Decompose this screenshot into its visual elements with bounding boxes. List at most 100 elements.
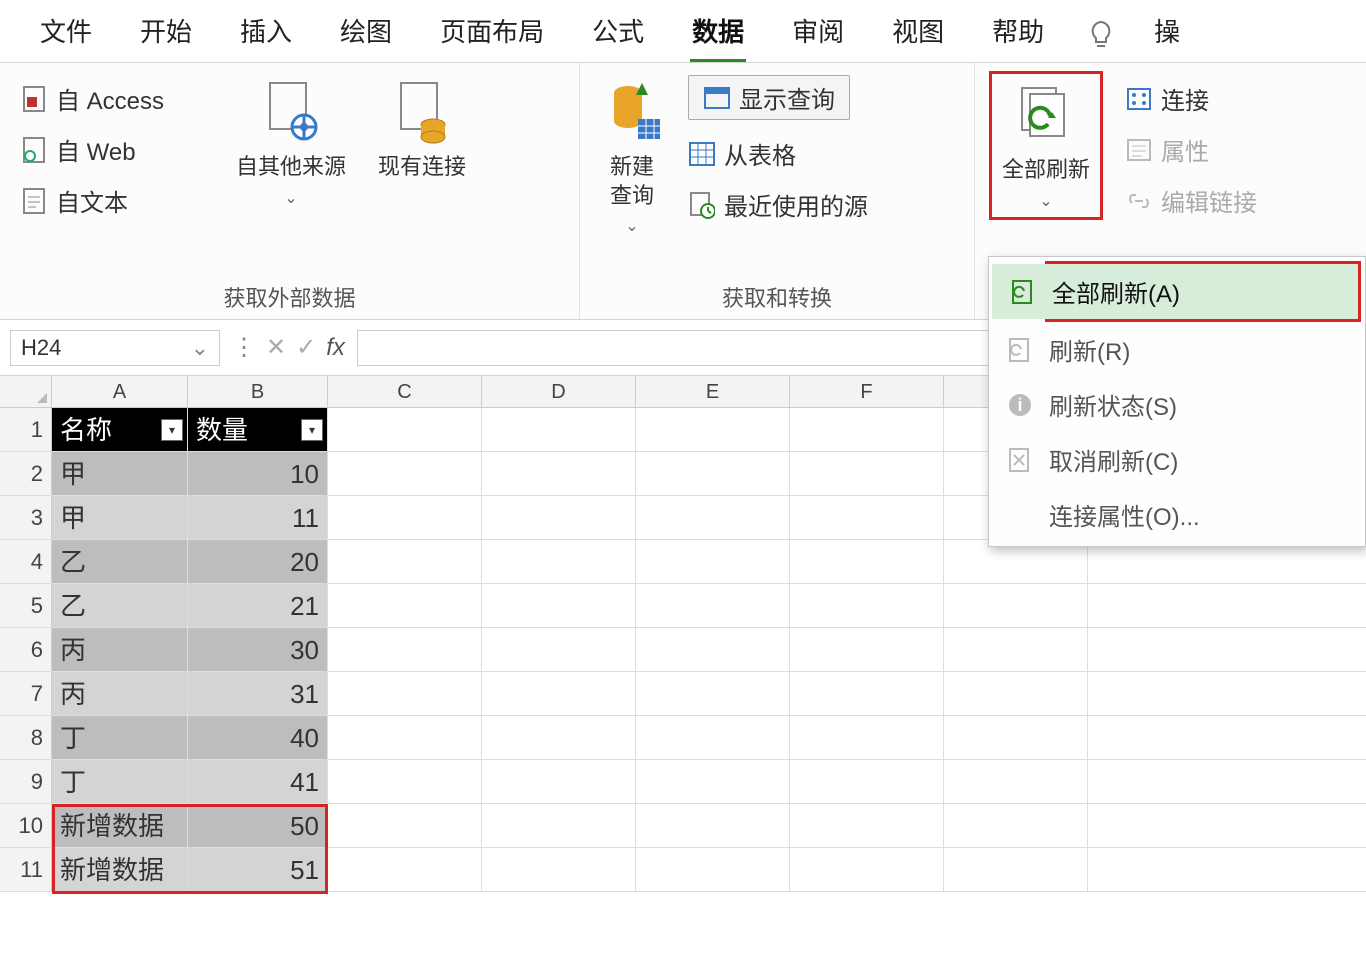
select-all-corner[interactable] [0, 376, 52, 407]
cell[interactable] [790, 540, 944, 583]
cell[interactable] [636, 584, 790, 627]
row-head[interactable]: 9 [0, 760, 52, 803]
dropdown-connection-properties[interactable]: 连接属性(O)... [989, 487, 1365, 542]
cell[interactable]: 甲 [52, 452, 188, 495]
cell[interactable] [482, 408, 636, 451]
cell[interactable] [328, 452, 482, 495]
cell[interactable]: 40 [188, 716, 328, 759]
row-head[interactable]: 4 [0, 540, 52, 583]
dropdown-refresh-all[interactable]: 全部刷新(A) [992, 264, 1358, 319]
connections-button[interactable]: 连接 [1119, 79, 1263, 118]
cell[interactable] [328, 584, 482, 627]
cell[interactable]: 31 [188, 672, 328, 715]
col-head-C[interactable]: C [328, 376, 482, 407]
cell[interactable]: 10 [188, 452, 328, 495]
cell[interactable] [636, 452, 790, 495]
cell[interactable] [482, 672, 636, 715]
tab-home[interactable]: 开始 [130, 6, 202, 63]
cell[interactable]: 新增数据 [52, 804, 188, 847]
cell[interactable] [790, 496, 944, 539]
cell[interactable] [790, 584, 944, 627]
cell[interactable]: 11 [188, 496, 328, 539]
cell[interactable] [482, 496, 636, 539]
cell[interactable]: 51 [188, 848, 328, 891]
confirm-icon[interactable]: ✓ [296, 333, 316, 362]
cell[interactable] [636, 540, 790, 583]
cell[interactable] [790, 848, 944, 891]
cell[interactable] [636, 716, 790, 759]
filter-dropdown-icon[interactable]: ▾ [301, 419, 323, 441]
cell[interactable] [328, 496, 482, 539]
cell[interactable] [482, 540, 636, 583]
filter-dropdown-icon[interactable]: ▾ [161, 419, 183, 441]
recent-sources-button[interactable]: 最近使用的源 [682, 185, 874, 224]
show-query-button[interactable]: 显示查询 [682, 73, 874, 122]
cell[interactable] [328, 716, 482, 759]
row-head[interactable]: 6 [0, 628, 52, 671]
expand-icon[interactable]: ⋮ [232, 333, 256, 362]
cell[interactable] [328, 672, 482, 715]
cell[interactable] [790, 760, 944, 803]
cell[interactable] [944, 672, 1088, 715]
row-head[interactable]: 5 [0, 584, 52, 627]
cell[interactable] [636, 804, 790, 847]
cell[interactable] [790, 716, 944, 759]
cell[interactable]: 21 [188, 584, 328, 627]
cell[interactable] [636, 760, 790, 803]
cell[interactable] [790, 672, 944, 715]
cell[interactable] [790, 452, 944, 495]
cell[interactable] [482, 628, 636, 671]
bulb-icon[interactable] [1086, 18, 1116, 52]
row-head[interactable]: 10 [0, 804, 52, 847]
tab-layout[interactable]: 页面布局 [430, 6, 554, 63]
cancel-icon[interactable]: ✕ [266, 333, 286, 362]
from-text-button[interactable]: 自文本 [14, 181, 214, 220]
cell[interactable]: 20 [188, 540, 328, 583]
cell[interactable] [944, 760, 1088, 803]
tab-view[interactable]: 视图 [882, 6, 954, 63]
col-head-D[interactable]: D [482, 376, 636, 407]
row-head[interactable]: 11 [0, 848, 52, 891]
cell[interactable]: 41 [188, 760, 328, 803]
row-head[interactable]: 7 [0, 672, 52, 715]
col-head-E[interactable]: E [636, 376, 790, 407]
fx-icon[interactable]: fx [326, 334, 345, 362]
cell[interactable] [482, 452, 636, 495]
cell[interactable]: 丙 [52, 672, 188, 715]
tab-draw[interactable]: 绘图 [330, 6, 402, 63]
cell[interactable] [328, 804, 482, 847]
dropdown-cancel-refresh[interactable]: 取消刷新(C) [989, 432, 1365, 487]
cell[interactable] [944, 804, 1088, 847]
col-head-A[interactable]: A [52, 376, 188, 407]
cell[interactable] [328, 760, 482, 803]
from-other-sources-button[interactable]: 自其他来源 ⌄ [226, 71, 356, 208]
cell[interactable] [482, 716, 636, 759]
tab-insert[interactable]: 插入 [230, 6, 302, 63]
cell[interactable]: 50 [188, 804, 328, 847]
cell[interactable] [482, 584, 636, 627]
table-header-qty[interactable]: 数量 ▾ [188, 408, 328, 451]
cell[interactable] [944, 716, 1088, 759]
tab-review[interactable]: 审阅 [782, 6, 854, 63]
tab-data[interactable]: 数据 [682, 6, 754, 63]
cell[interactable] [482, 760, 636, 803]
cell[interactable]: 乙 [52, 540, 188, 583]
tab-formula[interactable]: 公式 [582, 6, 654, 63]
cell[interactable] [636, 408, 790, 451]
cell[interactable] [328, 628, 482, 671]
cell[interactable] [944, 584, 1088, 627]
row-head-1[interactable]: 1 [0, 408, 52, 451]
cell[interactable] [944, 628, 1088, 671]
cell[interactable]: 新增数据 [52, 848, 188, 891]
col-head-B[interactable]: B [188, 376, 328, 407]
row-head[interactable]: 8 [0, 716, 52, 759]
cell[interactable]: 乙 [52, 584, 188, 627]
cell[interactable]: 甲 [52, 496, 188, 539]
from-web-button[interactable]: 自 Web [14, 130, 214, 169]
cell[interactable] [328, 848, 482, 891]
cell[interactable]: 丁 [52, 716, 188, 759]
from-access-button[interactable]: 自 Access [14, 79, 214, 118]
col-head-F[interactable]: F [790, 376, 944, 407]
table-header-name[interactable]: 名称 ▾ [52, 408, 188, 451]
row-head[interactable]: 2 [0, 452, 52, 495]
